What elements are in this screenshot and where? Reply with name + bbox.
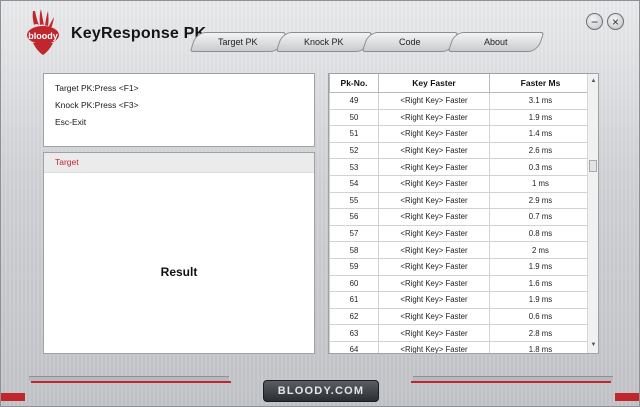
header-faster-ms[interactable]: Faster Ms xyxy=(489,74,592,93)
table-row[interactable]: 51 <Right Key> Faster 1.4 ms xyxy=(329,125,592,143)
cell-pk-no: 60 xyxy=(329,274,379,293)
table-row[interactable]: 49 <Right Key> Faster 3.1 ms xyxy=(329,92,592,110)
exit-instruction: Esc-Exit xyxy=(55,117,87,127)
cell-key-faster: <Right Key> Faster xyxy=(378,257,490,276)
cell-key-faster: <Right Key> Faster xyxy=(378,291,490,309)
cell-key-faster: <Right Key> Faster xyxy=(378,191,490,210)
scroll-down-arrow-icon[interactable]: ▼ xyxy=(588,340,598,351)
cell-pk-no: 49 xyxy=(329,92,379,110)
cell-pk-no: 51 xyxy=(329,125,379,143)
footer-accent-left xyxy=(31,381,231,383)
cell-faster-ms: 2.9 ms xyxy=(489,191,592,210)
cell-key-faster: <Right Key> Faster xyxy=(378,241,490,259)
table-row[interactable]: 63 <Right Key> Faster 2.8 ms xyxy=(329,324,592,342)
cell-faster-ms: 1.9 ms xyxy=(489,257,592,276)
table-row[interactable]: 58 <Right Key> Faster 2 ms xyxy=(329,241,592,259)
close-icon: × xyxy=(611,14,619,29)
table-row[interactable]: 59 <Right Key> Faster 1.9 ms xyxy=(329,257,592,276)
table-header-row: Pk-No. Key Faster Faster Ms xyxy=(329,74,592,93)
corner-accent-right xyxy=(615,393,639,401)
target-label: Target xyxy=(44,153,314,173)
table-row[interactable]: 54 <Right Key> Faster 1 ms xyxy=(329,174,592,193)
cell-faster-ms: 1.9 ms xyxy=(489,291,592,309)
scrollbar-thumb[interactable] xyxy=(589,160,597,172)
app-window: bloody KeyResponse PK − × Target PK Knoc… xyxy=(0,0,640,407)
cell-faster-ms: 1.6 ms xyxy=(489,274,592,293)
footer-accent-right xyxy=(411,381,611,383)
table-row[interactable]: 52 <Right Key> Faster 2.6 ms xyxy=(329,141,592,160)
cell-faster-ms: 0.6 ms xyxy=(489,307,592,326)
instructions-panel: Target PK:Press <F1> Knock PK:Press <F3>… xyxy=(43,73,315,147)
cell-pk-no: 62 xyxy=(329,307,379,326)
tab-target-pk[interactable]: Target PK xyxy=(189,32,287,52)
cell-faster-ms: 1.9 ms xyxy=(489,108,592,127)
cell-pk-no: 56 xyxy=(329,208,379,226)
table-row[interactable]: 64 <Right Key> Faster 1.8 ms xyxy=(329,340,592,353)
footer-brand[interactable]: BLOODY.COM xyxy=(263,380,379,402)
svg-text:bloody: bloody xyxy=(28,31,58,41)
table-row[interactable]: 62 <Right Key> Faster 0.6 ms xyxy=(329,307,592,326)
tab-knock-pk[interactable]: Knock PK xyxy=(275,32,373,52)
close-button[interactable]: × xyxy=(607,13,624,30)
cell-pk-no: 63 xyxy=(329,324,379,342)
result-text: Result xyxy=(160,265,198,279)
result-panel: Target Result xyxy=(43,152,315,354)
cell-faster-ms: 1 ms xyxy=(489,174,592,193)
cell-key-faster: <Right Key> Faster xyxy=(378,125,490,143)
cell-faster-ms: 2.8 ms xyxy=(489,324,592,342)
cell-pk-no: 54 xyxy=(329,174,379,193)
table-body: 49 <Right Key> Faster 3.1 ms 50 <Right Key> … xyxy=(329,92,592,353)
knock-pk-instruction: Knock PK:Press <F3> xyxy=(55,100,139,110)
vertical-scrollbar[interactable]: ▲ ▼ xyxy=(587,74,598,353)
results-table: Pk-No. Key Faster Faster Ms 49 <Right Key… xyxy=(329,74,592,353)
cell-pk-no: 61 xyxy=(329,291,379,309)
cell-key-faster: <Right Key> Faster xyxy=(378,307,490,326)
cell-key-faster: <Right Key> Faster xyxy=(378,340,490,353)
header-pk-no[interactable]: Pk-No. xyxy=(329,74,379,93)
cell-key-faster: <Right Key> Faster xyxy=(378,108,490,127)
table-row[interactable]: 56 <Right Key> Faster 0.7 ms xyxy=(329,208,592,226)
cell-key-faster: <Right Key> Faster xyxy=(378,324,490,342)
cell-key-faster: <Right Key> Faster xyxy=(378,158,490,176)
target-pk-instruction: Target PK:Press <F1> xyxy=(55,83,139,93)
cell-faster-ms: 2.6 ms xyxy=(489,141,592,160)
corner-accent-left xyxy=(1,393,25,401)
cell-pk-no: 57 xyxy=(329,224,379,243)
cell-faster-ms: 2 ms xyxy=(489,241,592,259)
cell-pk-no: 52 xyxy=(329,141,379,160)
header-key-faster[interactable]: Key Faster xyxy=(378,74,490,93)
cell-faster-ms: 0.8 ms xyxy=(489,224,592,243)
cell-key-faster: <Right Key> Faster xyxy=(378,141,490,160)
cell-pk-no: 59 xyxy=(329,257,379,276)
cell-pk-no: 50 xyxy=(329,108,379,127)
cell-key-faster: <Right Key> Faster xyxy=(378,208,490,226)
cell-pk-no: 58 xyxy=(329,241,379,259)
table-row[interactable]: 61 <Right Key> Faster 1.9 ms xyxy=(329,291,592,309)
app-title: KeyResponse PK xyxy=(71,25,207,42)
cell-faster-ms: 0.7 ms xyxy=(489,208,592,226)
cell-faster-ms: 3.1 ms xyxy=(489,92,592,110)
cell-faster-ms: 0.3 ms xyxy=(489,158,592,176)
cell-pk-no: 53 xyxy=(329,158,379,176)
minimize-icon: − xyxy=(590,14,598,29)
cell-key-faster: <Right Key> Faster xyxy=(378,224,490,243)
scroll-up-arrow-icon[interactable]: ▲ xyxy=(588,76,598,87)
cell-faster-ms: 1.4 ms xyxy=(489,125,592,143)
cell-pk-no: 64 xyxy=(329,340,379,353)
cell-faster-ms: 1.8 ms xyxy=(489,340,592,353)
table-row[interactable]: 50 <Right Key> Faster 1.9 ms xyxy=(329,108,592,127)
table-row[interactable]: 60 <Right Key> Faster 1.6 ms xyxy=(329,274,592,293)
table-row[interactable]: 53 <Right Key> Faster 0.3 ms xyxy=(329,158,592,176)
minimize-button[interactable]: − xyxy=(586,13,603,30)
tab-about[interactable]: About xyxy=(447,32,545,52)
cell-pk-no: 55 xyxy=(329,191,379,210)
cell-key-faster: <Right Key> Faster xyxy=(378,174,490,193)
table-row[interactable]: 55 <Right Key> Faster 2.9 ms xyxy=(329,191,592,210)
results-table-container: Pk-No. Key Faster Faster Ms 49 <Right Key… xyxy=(328,73,599,354)
cell-key-faster: <Right Key> Faster xyxy=(378,92,490,110)
bloody-logo: bloody xyxy=(27,9,59,55)
cell-key-faster: <Right Key> Faster xyxy=(378,274,490,293)
table-row[interactable]: 57 <Right Key> Faster 0.8 ms xyxy=(329,224,592,243)
tab-code[interactable]: Code xyxy=(361,32,459,52)
